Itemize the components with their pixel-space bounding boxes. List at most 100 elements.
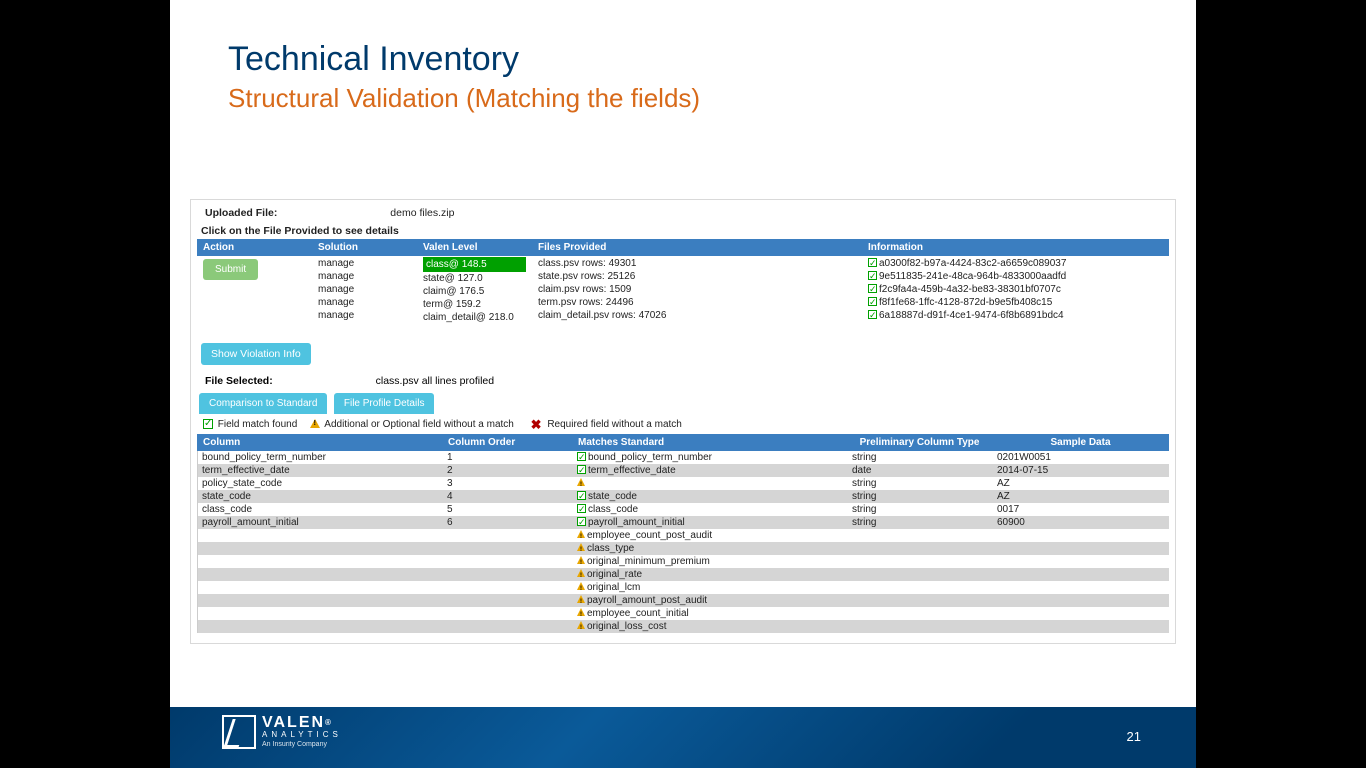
table-row-solution: manage [318,257,411,270]
table-row-level: claim@ 176.5 [423,285,526,298]
uploaded-file-row: Uploaded File: demo files.zip [197,204,1169,221]
table-row-level: term@ 159.2 [423,298,526,311]
cell-match: employee_count_initial [573,607,848,620]
hdr-info: Information [862,239,1169,256]
ghdr-type: Preliminary Column Type [847,434,992,451]
hdr-files: Files Provided [532,239,862,256]
table-row: original_loss_cost [197,620,1169,633]
warning-icon [577,621,585,629]
cell-sample [993,529,1169,542]
slide-footer: VALEN® ANALYTICS An Insurity Company 21 [170,707,1196,768]
check-icon [868,310,877,319]
cell-type: string [848,477,993,490]
level-cell: class@ 148.5state@ 127.0claim@ 176.5term… [417,256,532,325]
cell-column [198,581,443,594]
cell-column: policy_state_code [198,477,443,490]
cell-match: class_type [573,542,848,555]
files-data-row: Submit managemanagemanagemanagemanage cl… [197,256,1169,325]
hdr-action: Action [197,239,312,256]
cell-sample [993,607,1169,620]
solution-cell: managemanagemanagemanagemanage [312,256,417,325]
tab-comparison[interactable]: Comparison to Standard [199,393,327,414]
cell-sample: 60900 [993,516,1169,529]
table-row: payroll_amount_initial6payroll_amount_in… [197,516,1169,529]
table-row: original_lcm [197,581,1169,594]
tab-profile-details[interactable]: File Profile Details [334,393,435,414]
cell-match: original_rate [573,568,848,581]
check-icon [577,517,586,526]
hdr-solution: Solution [312,239,417,256]
table-row-files[interactable]: term.psv rows: 24496 [538,296,856,309]
cell-column [198,594,443,607]
table-row-solution: manage [318,283,411,296]
check-icon [868,284,877,293]
warning-icon [577,543,585,551]
cell-sample [993,555,1169,568]
cell-sample: AZ [993,477,1169,490]
logo-text: VALEN® ANALYTICS An Insurity Company [262,716,342,749]
page-title: Technical Inventory [228,40,1141,79]
warning-icon [577,530,585,538]
show-violation-button[interactable]: Show Violation Info [201,343,311,365]
warning-icon [577,582,585,590]
cell-sample [993,568,1169,581]
table-row-files[interactable]: state.psv rows: 25126 [538,270,856,283]
cell-type [848,555,993,568]
tab-bar: Comparison to Standard File Profile Deta… [197,393,1169,414]
submit-button[interactable]: Submit [203,259,258,280]
cell-type: string [848,451,993,464]
warning-icon [577,595,585,603]
cell-order [443,607,573,620]
check-icon [203,419,213,429]
cell-column: class_code [198,503,443,516]
table-row-level: class@ 148.5 [423,257,526,272]
cell-order [443,529,573,542]
grid-body: bound_policy_term_number1bound_policy_te… [197,451,1169,633]
logo-tag: An Insurity Company [262,740,342,749]
table-row-files[interactable]: claim.psv rows: 1509 [538,283,856,296]
table-row: employee_count_post_audit [197,529,1169,542]
cell-order [443,542,573,555]
cell-match: payroll_amount_initial [573,516,848,529]
cell-sample: AZ [993,490,1169,503]
ghdr-sample: Sample Data [992,434,1169,451]
table-row-solution: manage [318,270,411,283]
cell-match: state_code [573,490,848,503]
cell-match: payroll_amount_post_audit [573,594,848,607]
table-row-files[interactable]: claim_detail.psv rows: 47026 [538,309,856,322]
cell-order [443,620,573,633]
file-selected-row: File Selected: class.psv all lines profi… [197,373,1169,393]
cell-order [443,555,573,568]
table-row-info: f2c9fa4a-459b-4a32-be83-38301bf0707c [868,283,1163,296]
check-icon [577,504,586,513]
cell-type [848,568,993,581]
cell-type [848,594,993,607]
logo-sub: ANALYTICS [262,730,342,740]
cell-order [443,594,573,607]
cell-sample [993,594,1169,607]
hdr-level: Valen Level [417,239,532,256]
cell-match: original_lcm [573,581,848,594]
selected-label: File Selected: [205,375,273,387]
check-icon [868,297,877,306]
cell-column: bound_policy_term_number [198,451,443,464]
table-row-level: claim_detail@ 218.0 [423,311,526,324]
grid-header-row: Column Column Order Matches Standard Pre… [197,434,1169,451]
legend-match: Field match found [218,419,298,430]
warning-icon [310,419,320,428]
cell-match: employee_count_post_audit [573,529,848,542]
table-row-solution: manage [318,296,411,309]
logo-name: VALEN [262,714,325,731]
cell-match: term_effective_date [573,464,848,477]
cell-column [198,607,443,620]
title-area: Technical Inventory Structural Validatio… [170,0,1196,124]
cell-sample: 0201W0051 [993,451,1169,464]
warning-icon [577,478,585,486]
cell-order [443,568,573,581]
cell-column: term_effective_date [198,464,443,477]
selected-value: class.psv all lines profiled [376,375,494,387]
warning-icon [577,556,585,564]
table-row: bound_policy_term_number1bound_policy_te… [197,451,1169,464]
cell-order: 2 [443,464,573,477]
table-row-files[interactable]: class.psv rows: 49301 [538,257,856,270]
